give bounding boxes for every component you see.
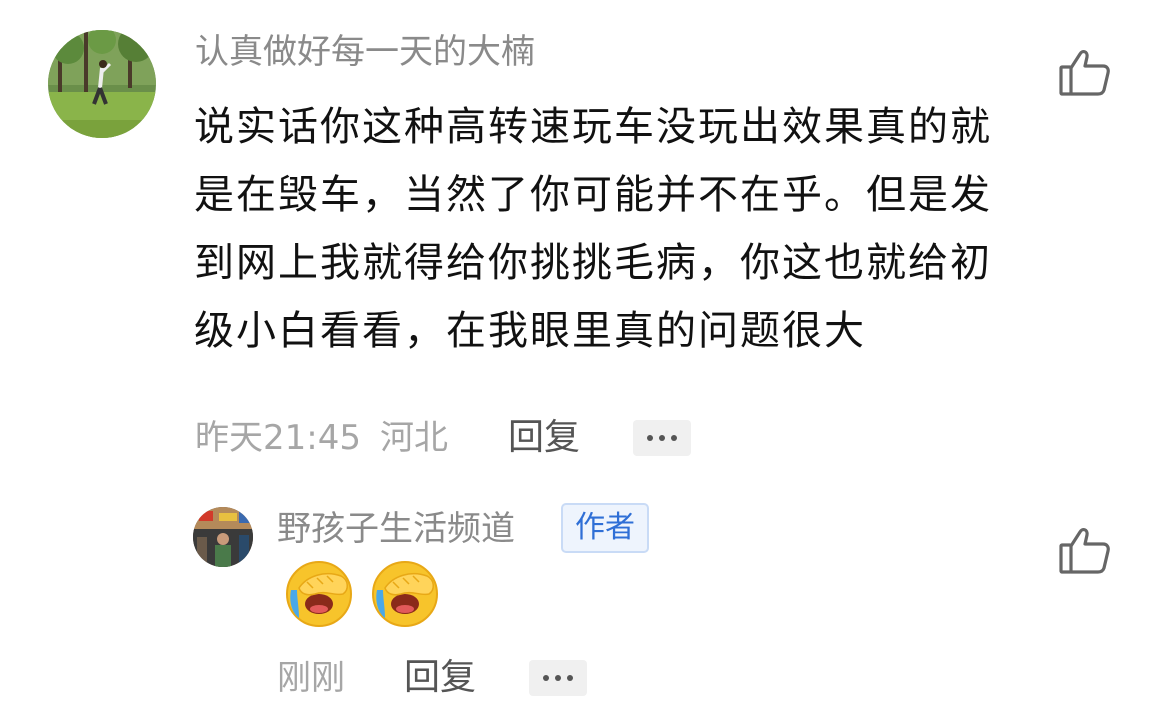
comment-location: 河北	[380, 418, 448, 458]
commenter-avatar[interactable]	[48, 30, 156, 138]
facepalm-cry-emoji	[286, 561, 352, 627]
dot	[659, 435, 665, 441]
author-badge: 作者	[561, 503, 649, 553]
avatar-photo	[193, 507, 253, 567]
reply-emojis	[285, 560, 439, 628]
avatar-photo	[48, 30, 156, 138]
more-icon[interactable]	[633, 420, 691, 456]
dot	[647, 435, 653, 441]
author-username[interactable]: 野孩子生活频道	[277, 509, 515, 549]
more-icon[interactable]	[529, 660, 587, 696]
dot	[567, 675, 573, 681]
comment-timestamp: 昨天21:45	[195, 418, 361, 458]
reply-timestamp: 刚刚	[277, 658, 345, 698]
thumbs-up-icon[interactable]	[1058, 46, 1112, 98]
dot	[543, 675, 549, 681]
comment-text: 说实话你这种高转速玩车没玩出效果真的就是在毁车，当然了你可能并不在乎。但是发到网…	[194, 104, 992, 354]
reply-button[interactable]: 回复	[404, 658, 476, 698]
facepalm-cry-emoji	[372, 561, 438, 627]
dot	[671, 435, 677, 441]
dot	[555, 675, 561, 681]
thumbs-up-icon[interactable]	[1058, 524, 1112, 576]
author-avatar[interactable]	[193, 507, 253, 567]
commenter-username[interactable]: 认真做好每一天的大楠	[195, 32, 535, 72]
reply-button[interactable]: 回复	[508, 418, 580, 458]
